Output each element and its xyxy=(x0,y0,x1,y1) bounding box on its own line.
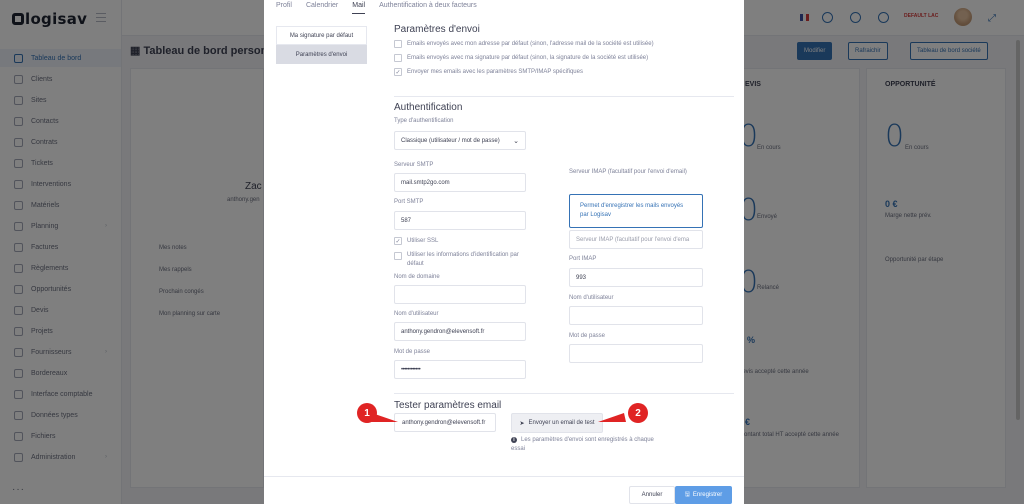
send-test-email-button[interactable]: ➤ Envoyer un email de test xyxy=(511,413,603,433)
divider xyxy=(394,96,734,97)
imap-info-box: Permet d'enregistrer les mails envoyés p… xyxy=(569,194,703,228)
option-default-address[interactable]: Emails envoyés avec mon adresse par défa… xyxy=(394,40,654,48)
checkbox[interactable] xyxy=(394,252,402,260)
save-icon: 🖫 xyxy=(684,492,690,498)
use-default-credentials-option[interactable]: Utiliser les informations d'identificati… xyxy=(394,251,534,269)
password-label: Mot de passe xyxy=(394,349,431,355)
domain-input[interactable] xyxy=(394,285,526,304)
footer-divider xyxy=(264,476,744,477)
send-icon: ➤ xyxy=(519,420,525,427)
smtp-server-label: Serveur SMTP xyxy=(394,162,434,168)
smtp-server-input[interactable]: mail.smtp2go.com xyxy=(394,173,526,192)
divider xyxy=(394,393,734,394)
test-note: i Les paramètres d'envoi sont enregistrés… xyxy=(511,437,654,452)
imap-port-label: Port IMAP xyxy=(569,256,597,262)
imap-port-input[interactable]: 993 xyxy=(569,268,703,287)
callout-pointer-1 xyxy=(370,413,398,422)
username-label: Nom d'utilisateur xyxy=(394,311,439,317)
imap-password-input[interactable] xyxy=(569,344,703,363)
domain-label: Nom de domaine xyxy=(394,274,440,280)
chevron-down-icon: ⌄ xyxy=(513,137,519,145)
auth-title: Authentification xyxy=(394,102,463,113)
subnav-item[interactable]: Paramètres d'envoi xyxy=(276,45,367,64)
tab[interactable]: Profil xyxy=(276,0,292,14)
test-email-input[interactable]: anthony.gendron@elevensoft.fr xyxy=(394,413,496,432)
checkbox-checked[interactable]: ✓ xyxy=(394,237,402,245)
test-title: Tester paramètres email xyxy=(394,400,502,411)
tab[interactable]: Calendrier xyxy=(306,0,338,14)
password-input[interactable]: •••••••••••• xyxy=(394,360,526,379)
smtp-port-label: Port SMTP xyxy=(394,199,424,205)
info-icon: i xyxy=(511,437,517,443)
mail-subnav: Ma signature par défaut Paramètres d'envo… xyxy=(276,26,367,64)
cancel-button[interactable]: Annuler xyxy=(629,486,675,504)
tab[interactable]: Authentification à deux facteurs xyxy=(379,0,477,14)
save-button[interactable]: 🖫 Enregistrer xyxy=(675,486,732,504)
user-settings-modal: Profil Calendrier Mail Authentification à d… xyxy=(264,0,744,504)
tab[interactable]: Mail xyxy=(352,0,366,14)
subnav-item[interactable]: Ma signature par défaut xyxy=(276,26,367,45)
username-input[interactable]: anthony.gendron@elevensoft.fr xyxy=(394,322,526,341)
auth-type-label: Type d'authentification xyxy=(394,118,454,124)
imap-username-input[interactable] xyxy=(569,306,703,325)
imap-server-input[interactable]: Serveur IMAP (facultatif pour l'envoi d'… xyxy=(569,230,703,249)
imap-username-label: Nom d'utilisateur xyxy=(569,295,614,301)
smtp-port-input[interactable]: 587 xyxy=(394,211,526,230)
option-specific-smtp[interactable]: ✓ Envoyer mes emails avec les paramètres … xyxy=(394,68,583,76)
use-ssl-option[interactable]: ✓ Utiliser SSL xyxy=(394,237,438,245)
auth-type-select[interactable]: Classique (utilisateur / mot de passe) ⌄ xyxy=(394,131,526,150)
imap-password-label: Mot de passe xyxy=(569,333,606,339)
send-settings-title: Paramètres d'envoi xyxy=(394,24,480,35)
callout-pointer-2 xyxy=(598,413,626,422)
checkbox[interactable] xyxy=(394,54,402,62)
imap-server-label: Serveur IMAP (facultatif pour l'envoi d'… xyxy=(569,169,687,175)
option-default-signature[interactable]: Emails envoyés avec ma signature par déf… xyxy=(394,54,648,62)
checkbox[interactable] xyxy=(394,40,402,48)
modal-tabs: Profil Calendrier Mail Authentification à d… xyxy=(276,0,477,14)
checkbox-checked[interactable]: ✓ xyxy=(394,68,402,76)
